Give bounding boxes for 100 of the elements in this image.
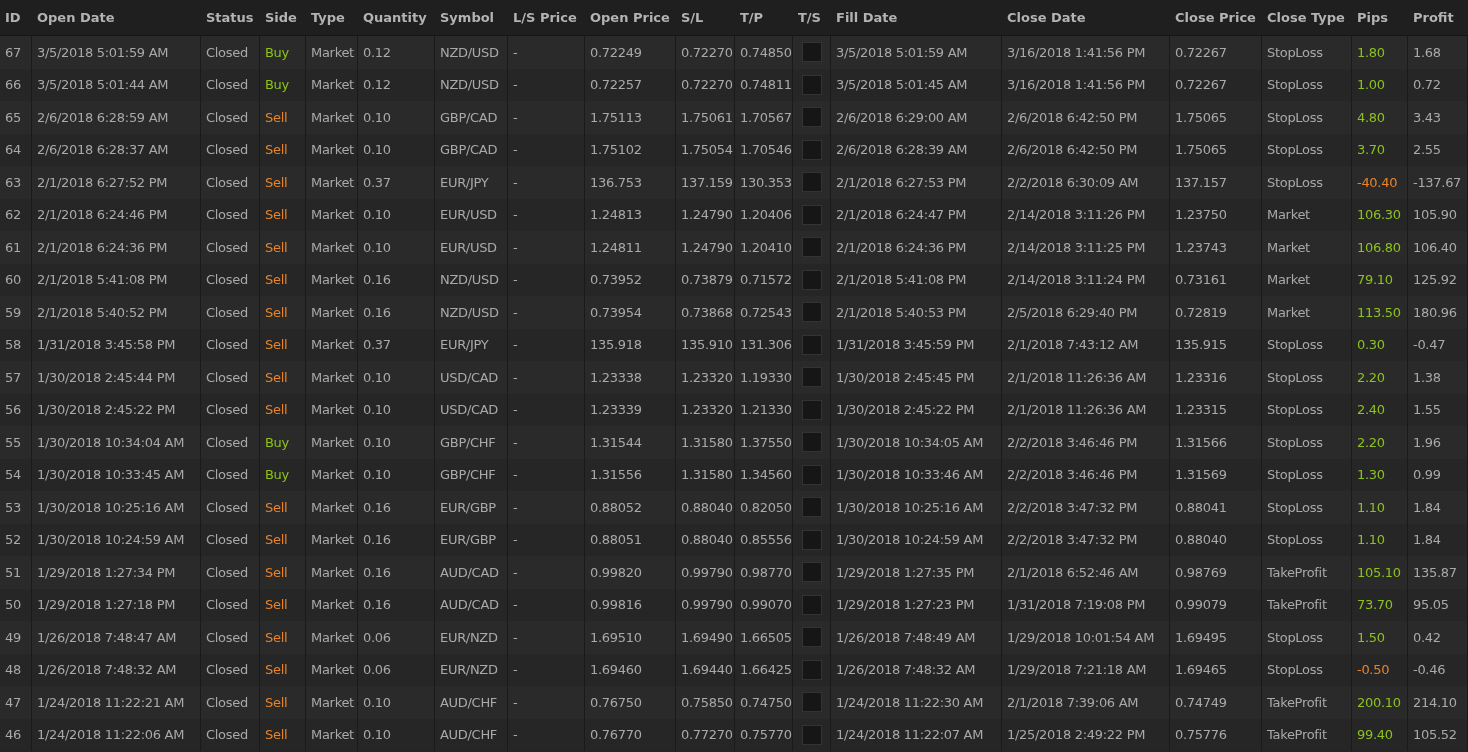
checkbox[interactable] bbox=[801, 594, 822, 615]
table-cell: 0.75850 bbox=[676, 686, 735, 719]
checkbox[interactable] bbox=[801, 562, 822, 583]
table-cell: 106.80 bbox=[1352, 231, 1408, 264]
table-cell: Market bbox=[306, 231, 358, 264]
table-cell: 0.10 bbox=[358, 231, 435, 264]
table-cell: 0.73954 bbox=[585, 296, 676, 329]
checkbox[interactable] bbox=[801, 172, 822, 193]
checkbox[interactable] bbox=[801, 627, 822, 648]
table-cell: - bbox=[508, 231, 585, 264]
table-cell: - bbox=[508, 166, 585, 199]
table-cell: NZD/USD bbox=[435, 36, 508, 69]
table-cell: 1.19330 bbox=[735, 361, 793, 394]
table-cell: Buy bbox=[260, 36, 306, 69]
column-header[interactable]: Side bbox=[260, 0, 306, 36]
column-header[interactable]: Type bbox=[306, 0, 358, 36]
checkbox[interactable] bbox=[801, 724, 822, 745]
table-cell: 1/29/2018 1:27:35 PM bbox=[831, 556, 1002, 589]
table-cell: 1.69490 bbox=[676, 621, 735, 654]
table-cell: 0.72267 bbox=[1170, 36, 1262, 69]
table-cell: 1.68 bbox=[1408, 36, 1468, 69]
checkbox[interactable] bbox=[801, 334, 822, 355]
column-header[interactable]: Close Price bbox=[1170, 0, 1262, 36]
table-cell: NZD/USD bbox=[435, 296, 508, 329]
table-cell: Market bbox=[306, 361, 358, 394]
table-cell: 0.37 bbox=[358, 166, 435, 199]
table-cell: StopLoss bbox=[1262, 101, 1352, 134]
checkbox[interactable] bbox=[801, 74, 822, 95]
checkbox[interactable] bbox=[801, 237, 822, 258]
table-cell: 2/1/2018 6:27:53 PM bbox=[831, 166, 1002, 199]
table-cell: Sell bbox=[260, 231, 306, 264]
table-cell: - bbox=[508, 686, 585, 719]
checkbox[interactable] bbox=[801, 107, 822, 128]
table-cell: -137.67 bbox=[1408, 166, 1468, 199]
table-cell: AUD/CHF bbox=[435, 686, 508, 719]
column-header[interactable]: Open Date bbox=[32, 0, 201, 36]
column-header[interactable]: Close Type bbox=[1262, 0, 1352, 36]
table-cell: 1.69510 bbox=[585, 621, 676, 654]
column-header[interactable]: Quantity bbox=[358, 0, 435, 36]
table-cell: 3/16/2018 1:41:56 PM bbox=[1002, 36, 1170, 69]
table-cell: 0.74749 bbox=[1170, 686, 1262, 719]
column-header[interactable]: Status bbox=[201, 0, 260, 36]
column-header[interactable]: L/S Price bbox=[508, 0, 585, 36]
checkbox[interactable] bbox=[801, 367, 822, 388]
column-header[interactable]: Close Date bbox=[1002, 0, 1170, 36]
checkbox[interactable] bbox=[801, 269, 822, 290]
column-header[interactable]: S/L bbox=[676, 0, 735, 36]
checkbox[interactable] bbox=[801, 432, 822, 453]
table-cell: StopLoss bbox=[1262, 361, 1352, 394]
column-header[interactable]: Pips bbox=[1352, 0, 1408, 36]
column-header[interactable]: ID bbox=[0, 0, 32, 36]
column-header[interactable]: Fill Date bbox=[831, 0, 1002, 36]
table-cell: Buy bbox=[260, 426, 306, 459]
table-cell: 0.16 bbox=[358, 491, 435, 524]
table-cell: 2/1/2018 5:40:53 PM bbox=[831, 296, 1002, 329]
table-cell: Sell bbox=[260, 621, 306, 654]
table-cell: 1.66505 bbox=[735, 621, 793, 654]
column-header[interactable]: T/S bbox=[793, 0, 831, 36]
table-cell: 1.69495 bbox=[1170, 621, 1262, 654]
column-header[interactable]: T/P bbox=[735, 0, 793, 36]
table-cell: 65 bbox=[0, 101, 32, 134]
table-cell: 1.24811 bbox=[585, 231, 676, 264]
checkbox[interactable] bbox=[801, 497, 822, 518]
table-cell: 0.42 bbox=[1408, 621, 1468, 654]
table-cell: Market bbox=[306, 556, 358, 589]
table-cell: 0.72543 bbox=[735, 296, 793, 329]
table-cell: - bbox=[508, 491, 585, 524]
table-cell: 1/29/2018 1:27:34 PM bbox=[32, 556, 201, 589]
table-cell: 1.75065 bbox=[1170, 101, 1262, 134]
checkbox[interactable] bbox=[801, 139, 822, 160]
column-header[interactable]: Symbol bbox=[435, 0, 508, 36]
checkbox[interactable] bbox=[801, 659, 822, 680]
table-cell: TakeProfit bbox=[1262, 556, 1352, 589]
table-cell: 106.40 bbox=[1408, 231, 1468, 264]
table-cell: - bbox=[508, 296, 585, 329]
checkbox[interactable] bbox=[801, 302, 822, 323]
table-cell: EUR/NZD bbox=[435, 621, 508, 654]
table-cell: EUR/GBP bbox=[435, 491, 508, 524]
table-cell: 1.31566 bbox=[1170, 426, 1262, 459]
column-header[interactable]: Open Price bbox=[585, 0, 676, 36]
table-cell: 136.753 bbox=[585, 166, 676, 199]
table-cell: StopLoss bbox=[1262, 426, 1352, 459]
checkbox[interactable] bbox=[801, 464, 822, 485]
table-cell: AUD/CAD bbox=[435, 556, 508, 589]
checkbox[interactable] bbox=[801, 42, 822, 63]
table-cell: Closed bbox=[201, 361, 260, 394]
checkbox[interactable] bbox=[801, 692, 822, 713]
table-cell: 55 bbox=[0, 426, 32, 459]
checkbox[interactable] bbox=[801, 399, 822, 420]
checkbox[interactable] bbox=[801, 529, 822, 550]
table-cell: - bbox=[508, 556, 585, 589]
table-cell: Sell bbox=[260, 361, 306, 394]
table-cell: 0.10 bbox=[358, 686, 435, 719]
table-cell: Closed bbox=[201, 36, 260, 69]
table-cell: 1/30/2018 10:34:05 AM bbox=[831, 426, 1002, 459]
table-cell: Sell bbox=[260, 101, 306, 134]
table-cell: 214.10 bbox=[1408, 686, 1468, 719]
checkbox[interactable] bbox=[801, 204, 822, 225]
table-cell: - bbox=[508, 621, 585, 654]
column-header[interactable]: Profit bbox=[1408, 0, 1468, 36]
